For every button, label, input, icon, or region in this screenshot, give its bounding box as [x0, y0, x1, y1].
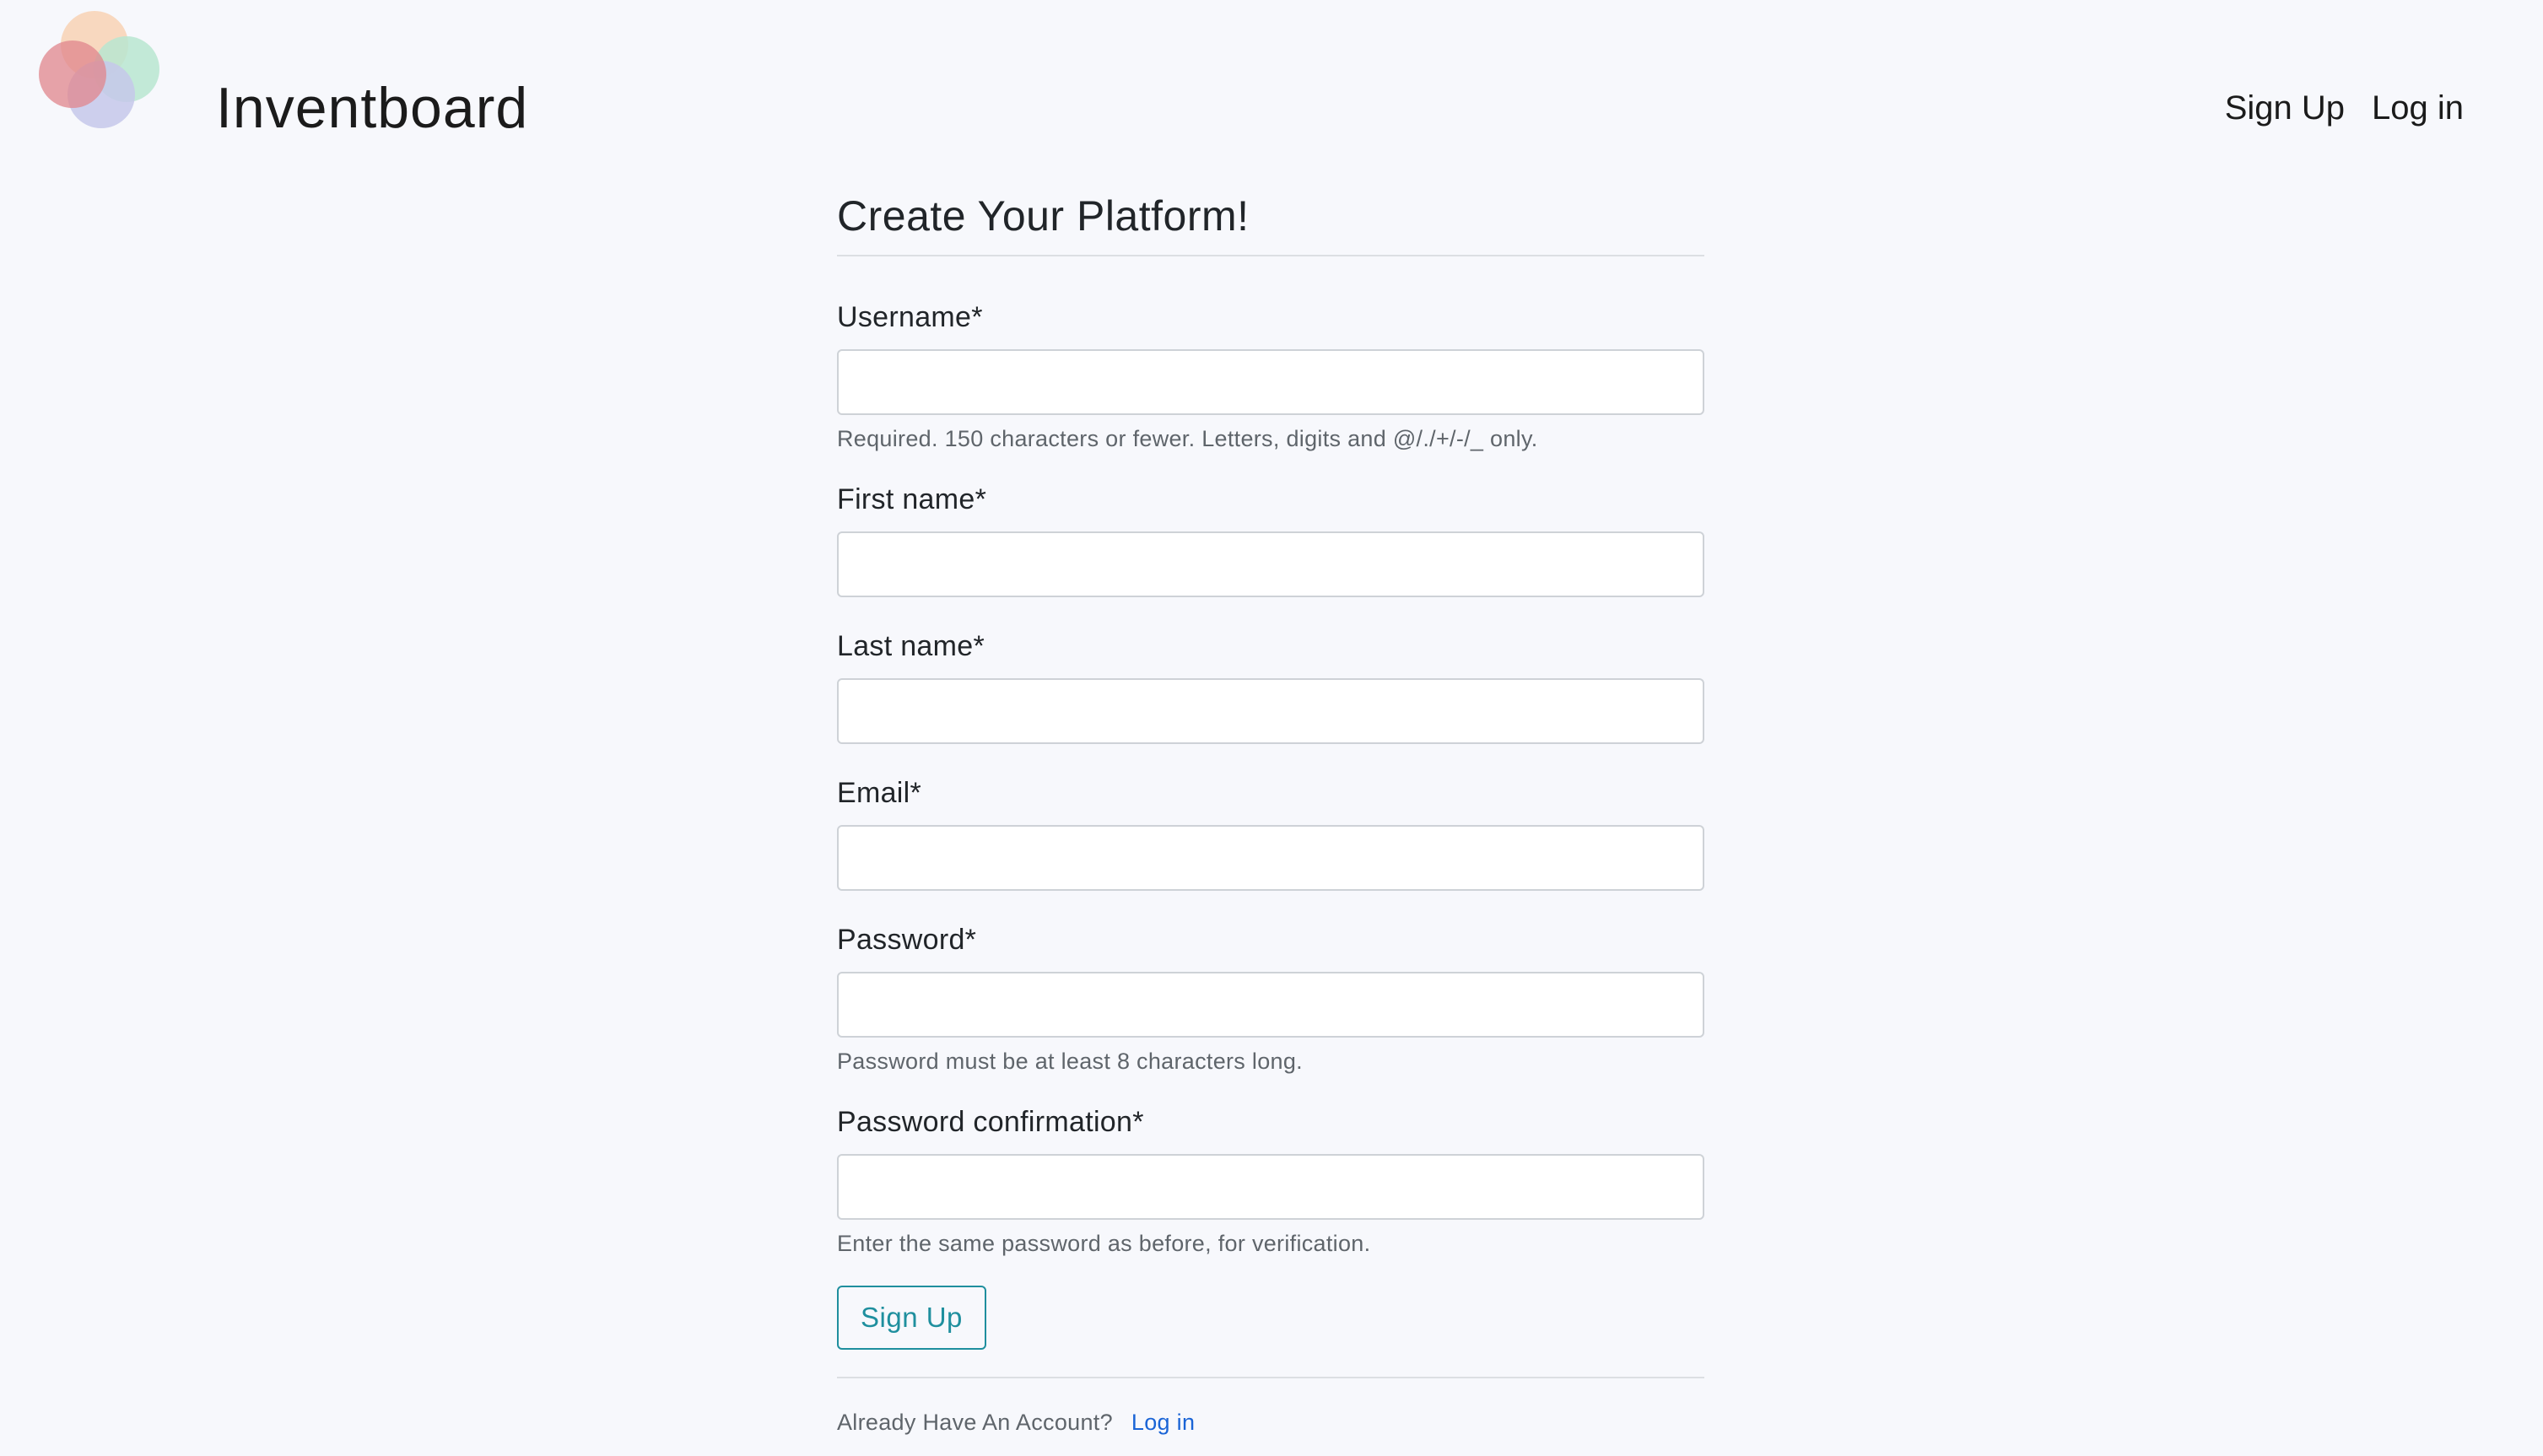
- password-input[interactable]: [837, 972, 1704, 1038]
- first-name-input[interactable]: [837, 531, 1704, 597]
- form-footer-divider: [837, 1377, 1704, 1378]
- password-confirmation-help-text: Enter the same password as before, for v…: [837, 1231, 1371, 1256]
- email-label: Email*: [837, 777, 922, 809]
- signup-submit-button[interactable]: Sign Up: [837, 1286, 986, 1350]
- username-input[interactable]: [837, 349, 1704, 415]
- first-name-label: First name*: [837, 483, 987, 515]
- nav-login-link[interactable]: Log in: [2372, 88, 2464, 128]
- last-name-input[interactable]: [837, 678, 1704, 744]
- username-label: Username*: [837, 301, 983, 333]
- last-name-label: Last name*: [837, 630, 985, 662]
- email-field-group: Email*: [837, 776, 1704, 891]
- nav-signup-link[interactable]: Sign Up: [2225, 88, 2345, 128]
- title-divider: [837, 255, 1704, 256]
- password-confirmation-label: Password confirmation*: [837, 1106, 1144, 1138]
- brand-logo-icon[interactable]: [34, 7, 169, 133]
- password-confirmation-input[interactable]: [837, 1154, 1704, 1220]
- login-prompt: Already Have An Account? Log in: [837, 1409, 1704, 1436]
- signup-form: Create Your Platform! Username* Required…: [837, 181, 1704, 1436]
- page-title: Create Your Platform!: [837, 192, 1250, 240]
- username-help-text: Required. 150 characters or fewer. Lette…: [837, 426, 1538, 451]
- password-help-text: Password must be at least 8 characters l…: [837, 1049, 1303, 1074]
- site-header: Inventboard Sign Up Log in: [0, 0, 2543, 160]
- login-link[interactable]: Log in: [1131, 1410, 1195, 1435]
- email-input[interactable]: [837, 825, 1704, 891]
- last-name-field-group: Last name*: [837, 629, 1704, 744]
- first-name-field-group: First name*: [837, 483, 1704, 597]
- password-confirmation-field-group: Password confirmation* Enter the same pa…: [837, 1105, 1704, 1257]
- username-field-group: Username* Required. 150 characters or fe…: [837, 300, 1704, 452]
- top-nav: Sign Up Log in: [2225, 88, 2464, 128]
- brand-name[interactable]: Inventboard: [216, 74, 528, 142]
- password-label: Password*: [837, 924, 977, 956]
- password-field-group: Password* Password must be at least 8 ch…: [837, 923, 1704, 1075]
- login-prompt-text: Already Have An Account?: [837, 1410, 1113, 1435]
